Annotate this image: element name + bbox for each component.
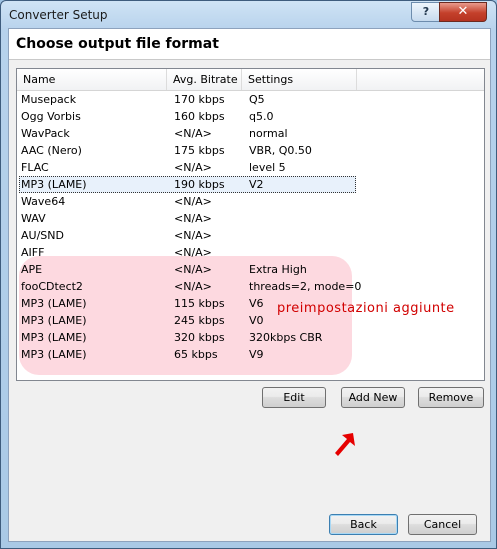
- format-name: MP3 (LAME): [21, 297, 87, 310]
- format-settings: VBR, Q0.50: [249, 144, 312, 157]
- column-header-settings[interactable]: Settings: [242, 69, 357, 90]
- format-bitrate: <N/A>: [174, 263, 212, 276]
- format-name: Wave64: [21, 195, 66, 208]
- format-bitrate: 170 kbps: [174, 93, 225, 106]
- added-presets-annotation: preimpostazioni aggiunte: [277, 301, 455, 316]
- list-item[interactable]: Wave64 <N/A>: [17, 193, 484, 210]
- format-settings: q5.0: [249, 110, 274, 123]
- list-item[interactable]: AU/SND <N/A>: [17, 227, 484, 244]
- list-item[interactable]: FLAC <N/A> level 5: [17, 159, 484, 176]
- format-bitrate: 320 kbps: [174, 331, 225, 344]
- format-bitrate: 115 kbps: [174, 297, 225, 310]
- format-name: MP3 (LAME): [21, 178, 87, 191]
- format-name: AU/SND: [21, 229, 64, 242]
- format-name: MP3 (LAME): [21, 314, 87, 327]
- format-name: Ogg Vorbis: [21, 110, 81, 123]
- format-name: FLAC: [21, 161, 49, 174]
- format-list[interactable]: Name Avg. Bitrate Settings Musepack 170 k…: [16, 68, 485, 381]
- format-settings: level 5: [249, 161, 286, 174]
- list-item[interactable]: APE <N/A> Extra High: [17, 261, 484, 278]
- list-item[interactable]: MP3 (LAME) 65 kbps V9: [17, 346, 484, 363]
- format-name: WavPack: [21, 127, 70, 140]
- list-item[interactable]: MP3 (LAME) 190 kbps V2: [17, 176, 484, 193]
- window-title: Converter Setup: [9, 8, 108, 22]
- format-bitrate: <N/A>: [174, 229, 212, 242]
- format-name: AAC (Nero): [21, 144, 82, 157]
- list-item[interactable]: Ogg Vorbis 160 kbps q5.0: [17, 108, 484, 125]
- format-bitrate: 190 kbps: [174, 178, 225, 191]
- format-settings: 320kbps CBR: [249, 331, 323, 344]
- help-button[interactable]: ?: [411, 2, 441, 22]
- format-bitrate: <N/A>: [174, 212, 212, 225]
- list-header: Name Avg. Bitrate Settings: [17, 69, 484, 91]
- edit-button[interactable]: Edit: [262, 387, 326, 408]
- format-settings: Extra High: [249, 263, 307, 276]
- converter-setup-window: Converter Setup ? ✕ Choose output file f…: [0, 0, 497, 549]
- format-bitrate: 160 kbps: [174, 110, 225, 123]
- list-item[interactable]: AAC (Nero) 175 kbps VBR, Q0.50: [17, 142, 484, 159]
- format-name: APE: [21, 263, 43, 276]
- format-settings: V2: [249, 178, 264, 191]
- format-settings: V0: [249, 314, 264, 327]
- list-item[interactable]: Musepack 170 kbps Q5: [17, 91, 484, 108]
- format-settings: threads=2, mode=0: [249, 280, 362, 293]
- column-header-name[interactable]: Name: [17, 69, 167, 90]
- add-new-button[interactable]: Add New: [341, 387, 405, 408]
- format-name: fooCDtect2: [21, 280, 83, 293]
- format-bitrate: <N/A>: [174, 127, 212, 140]
- cancel-button[interactable]: Cancel: [408, 514, 477, 535]
- format-bitrate: 245 kbps: [174, 314, 225, 327]
- format-bitrate: <N/A>: [174, 280, 212, 293]
- format-bitrate: <N/A>: [174, 161, 212, 174]
- dialog-body: Choose output file format Name Avg. Bitr…: [8, 28, 491, 542]
- format-name: MP3 (LAME): [21, 348, 87, 361]
- format-settings: V6: [249, 297, 264, 310]
- page-title: Choose output file format: [16, 36, 219, 52]
- title-bar[interactable]: Converter Setup ? ✕: [1, 1, 496, 28]
- format-settings: V9: [249, 348, 264, 361]
- format-bitrate: 175 kbps: [174, 144, 225, 157]
- close-button[interactable]: ✕: [439, 2, 487, 22]
- format-name: AIFF: [21, 246, 45, 259]
- format-settings: Q5: [249, 93, 265, 106]
- header-band: Choose output file format: [9, 29, 490, 60]
- list-item[interactable]: WavPack <N/A> normal: [17, 125, 484, 142]
- back-button[interactable]: Back: [329, 514, 398, 535]
- format-name: Musepack: [21, 93, 77, 106]
- list-item[interactable]: MP3 (LAME) 320 kbps 320kbps CBR: [17, 329, 484, 346]
- column-header-bitrate[interactable]: Avg. Bitrate: [167, 69, 242, 90]
- format-name: MP3 (LAME): [21, 331, 87, 344]
- list-item[interactable]: WAV <N/A>: [17, 210, 484, 227]
- format-bitrate: 65 kbps: [174, 348, 218, 361]
- column-header-empty: [357, 69, 484, 90]
- remove-button[interactable]: Remove: [418, 387, 484, 408]
- list-item[interactable]: fooCDtect2 <N/A> threads=2, mode=0: [17, 278, 484, 295]
- format-bitrate: <N/A>: [174, 246, 212, 259]
- format-bitrate: <N/A>: [174, 195, 212, 208]
- format-name: WAV: [21, 212, 46, 225]
- red-arrow-icon: [335, 433, 355, 456]
- format-settings: normal: [249, 127, 288, 140]
- list-item[interactable]: AIFF <N/A>: [17, 244, 484, 261]
